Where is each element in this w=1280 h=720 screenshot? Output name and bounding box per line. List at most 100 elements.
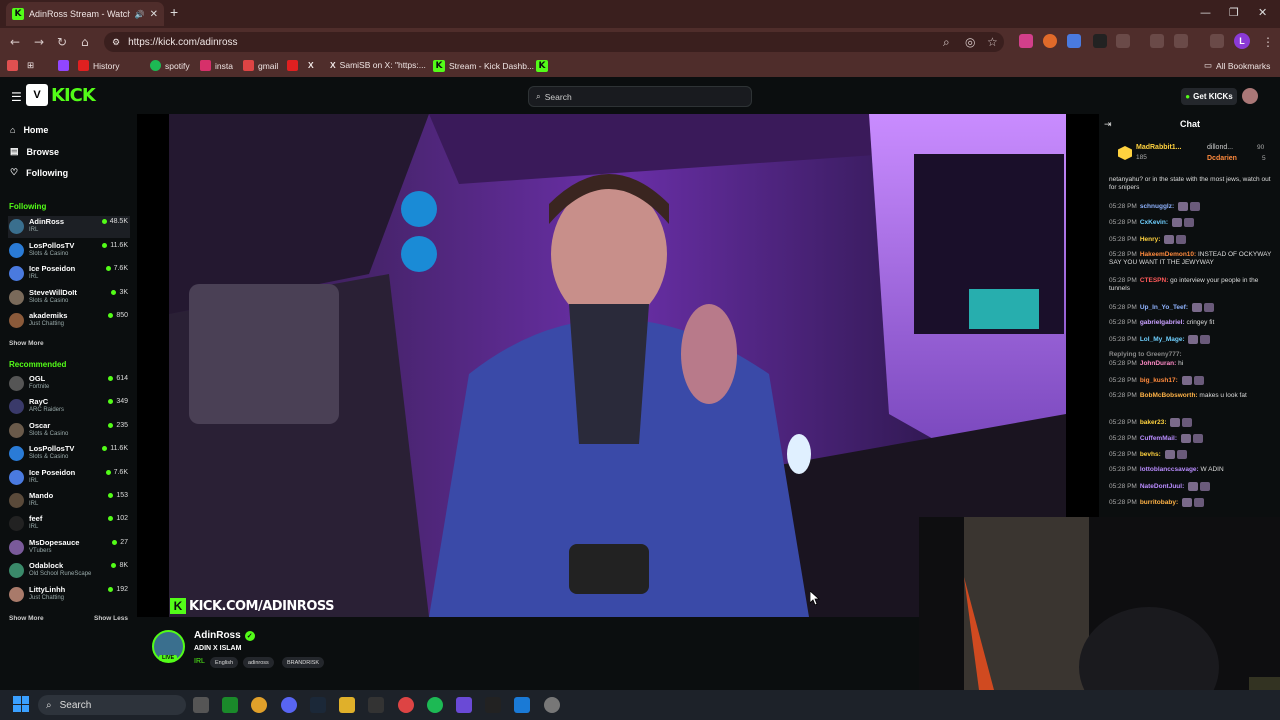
sidebar-channel[interactable]: Odablock Old School RuneScape 8K [8, 560, 130, 582]
sidebar-channel[interactable]: Ice Poseidon IRL 7.6K [8, 263, 130, 285]
sidebar-channel[interactable]: feef IRL 102 [8, 513, 130, 535]
bookmark-gmail[interactable]: gmail [243, 60, 278, 71]
maximize-button[interactable]: ❐ [1229, 6, 1239, 19]
close-tab-icon[interactable]: ✕ [150, 9, 158, 20]
chat-username[interactable]: Replying to Greeny777: [1109, 351, 1182, 358]
stream-tag[interactable]: adinross [243, 657, 274, 668]
chat-username[interactable]: bevhs: [1140, 451, 1161, 458]
bookmark-samisb[interactable]: X SamiSB on X: "https:... [330, 60, 426, 70]
menu-kebab-icon[interactable]: ⋮ [1262, 35, 1274, 49]
terminal-icon[interactable] [485, 697, 501, 713]
sidebar-channel[interactable]: akademiks Just Chatting 850 [8, 310, 130, 332]
chat-username[interactable]: Lol_My_Mage: [1140, 336, 1185, 343]
streamer-name[interactable]: AdinRoss ✓ [194, 630, 255, 641]
leader-name[interactable]: MadRabbit1... [1136, 144, 1182, 151]
leader-name[interactable]: Dcdarien [1207, 155, 1237, 162]
sidebar-channel[interactable]: SteveWillDoIt Slots & Casino 3K [8, 287, 130, 309]
stream-tag[interactable]: English [210, 657, 239, 668]
taskbar-search[interactable]: ⌕ Search [38, 695, 186, 715]
show-more-recommended[interactable]: Show More [9, 615, 44, 622]
nav-browse[interactable]: ▤ Browse [10, 146, 59, 157]
chat-username[interactable]: BobMcBobsworth: [1140, 392, 1198, 399]
chat-username[interactable]: schnugglz: [1140, 203, 1174, 210]
bookmark-history[interactable]: History [78, 60, 119, 71]
discord-icon[interactable] [281, 697, 297, 713]
sidebar-channel[interactable]: MsDopesauce VTubers 27 [8, 537, 130, 559]
sidebar-channel[interactable]: Ice Poseidon IRL 7.6K [8, 467, 130, 489]
chat-username[interactable]: Henry: [1140, 236, 1161, 243]
spotify-icon[interactable] [427, 697, 443, 713]
extensions-puzzle-icon[interactable] [1116, 34, 1130, 48]
search-input[interactable]: ⌕ Search [528, 86, 752, 107]
stream-tag[interactable]: BRANDRISK [282, 657, 325, 668]
forward-icon[interactable]: → [34, 35, 44, 49]
extension-icon[interactable] [1067, 34, 1081, 48]
bookmark-spotify[interactable]: spotify [150, 60, 190, 71]
zoom-icon[interactable]: ⌕ [943, 35, 950, 50]
reload-icon[interactable]: ↻ [57, 35, 67, 49]
new-tab-button[interactable]: + [170, 4, 178, 20]
browser-tab[interactable]: K AdinRoss Stream - Watch L 🔊 ✕ [6, 2, 164, 26]
sidebar-channel[interactable]: OGL Fortnite 614 [8, 373, 130, 395]
chat-username[interactable]: burritobaby: [1140, 499, 1178, 506]
profile-avatar[interactable]: L [1234, 33, 1250, 49]
chat-username[interactable]: CTESPN: [1140, 277, 1169, 284]
nav-following[interactable]: ♡ Following [10, 167, 68, 178]
leader-name[interactable]: dillond... [1207, 144, 1233, 151]
site-info-icon[interactable]: ⚙ [112, 37, 120, 48]
steam-icon[interactable] [310, 697, 326, 713]
sidebar-channel[interactable]: LittyLinhh Just Chatting 192 [8, 584, 130, 606]
sidebar-channel[interactable]: LosPollosTV Slots & Casino 11.6K [8, 240, 130, 262]
app-icon[interactable] [398, 697, 414, 713]
address-bar[interactable]: ⚙ https://kick.com/adinross [104, 32, 1004, 52]
bookmark-icon[interactable] [7, 60, 18, 71]
user-avatar[interactable] [1242, 88, 1258, 104]
apps-grid-icon[interactable]: ⊞ [27, 60, 34, 71]
app-icon[interactable] [514, 697, 530, 713]
star-bookmark-icon[interactable]: ☆ [987, 35, 998, 49]
download-icon[interactable] [1174, 34, 1188, 48]
chat-username[interactable]: lottoblanccsavage: [1140, 466, 1199, 473]
extension-icon[interactable] [1093, 34, 1107, 48]
hamburger-menu-icon[interactable]: ☰ [11, 90, 22, 104]
windows-start-icon[interactable] [13, 696, 29, 712]
minimize-button[interactable]: — [1200, 6, 1211, 19]
show-less-recommended[interactable]: Show Less [94, 615, 128, 622]
eye-off-icon[interactable]: ◎ [965, 35, 975, 49]
extension-icon[interactable] [1019, 34, 1033, 48]
kick-icon[interactable]: K [536, 60, 548, 72]
sidepanel-icon[interactable] [1150, 34, 1164, 48]
sidebar-channel[interactable]: LosPollosTV Slots & Casino 11.6K [8, 443, 130, 465]
show-more-following[interactable]: Show More [9, 340, 44, 347]
file-explorer-icon[interactable] [339, 697, 355, 713]
speaker-icon[interactable]: 🔊 [135, 10, 145, 19]
chat-username[interactable]: Up_In_Yo_Teef: [1140, 304, 1188, 311]
collapse-chat-icon[interactable]: ⇥ [1104, 119, 1112, 130]
task-view-icon[interactable] [193, 697, 209, 713]
nav-home[interactable]: ⌂ Home [10, 125, 48, 135]
extension-icon[interactable] [1043, 34, 1057, 48]
twitch-icon[interactable] [58, 60, 69, 71]
media-icon[interactable] [1210, 34, 1224, 48]
chrome-icon[interactable] [251, 697, 267, 713]
chat-username[interactable]: CxKevin: [1140, 219, 1168, 226]
kick-logo[interactable]: V KICK [26, 84, 96, 106]
all-bookmarks[interactable]: ▭ All Bookmarks [1204, 60, 1270, 71]
app-icon[interactable] [368, 697, 384, 713]
stream-category[interactable]: IRL [194, 658, 205, 665]
back-icon[interactable]: ← [10, 6, 20, 49]
xbox-icon[interactable] [222, 697, 238, 713]
home-icon[interactable]: ⌂ [81, 35, 89, 49]
chat-username[interactable]: big_kush17: [1140, 377, 1178, 384]
sidebar-channel[interactable]: Mando IRL 153 [8, 490, 130, 512]
chat-username[interactable]: JohnDuran: [1140, 360, 1176, 367]
app-icon[interactable] [456, 697, 472, 713]
sidebar-channel[interactable]: AdinRoss IRL 48.5K [8, 216, 130, 238]
chat-username[interactable]: gabrielgabriel: [1140, 319, 1185, 326]
bookmark-kick-dashboard[interactable]: K Stream - Kick Dashb... [433, 60, 534, 72]
youtube-icon[interactable] [287, 60, 298, 71]
bookmark-insta[interactable]: insta [200, 60, 233, 71]
settings-icon[interactable] [544, 697, 560, 713]
get-kicks-button[interactable]: ● Get KICKs [1181, 88, 1237, 105]
chat-username[interactable]: NateDontJuul: [1140, 483, 1184, 490]
